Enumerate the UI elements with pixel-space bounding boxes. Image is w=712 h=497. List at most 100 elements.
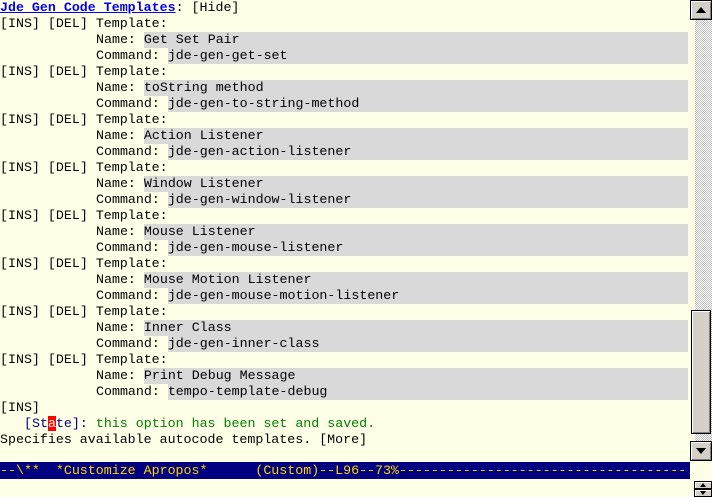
doc-row: Specifies available autocode templates. … <box>0 432 688 448</box>
command-label: Command: <box>96 336 168 352</box>
del-button[interactable]: [DEL] <box>48 160 88 176</box>
name-label: Name: <box>96 368 144 384</box>
name-field[interactable]: Print Debug Message <box>144 368 688 384</box>
hide-button[interactable]: [Hide] <box>192 0 240 16</box>
template-entry: [INS] [DEL] Template: Name: Inner Class … <box>0 304 688 352</box>
scroll-up-icon <box>700 483 706 487</box>
command-label: Command: <box>96 384 168 400</box>
trailing-ins-row: [INS] <box>0 400 688 416</box>
template-entry: [INS] [DEL] Template: Name: Print Debug … <box>0 352 688 400</box>
command-field[interactable]: jde-gen-get-set <box>168 48 688 64</box>
template-entry: [INS] [DEL] Template: Name: Get Set Pair… <box>0 16 688 64</box>
ins-button[interactable]: [INS] <box>0 112 40 128</box>
name-field[interactable]: Window Listener <box>144 176 688 192</box>
name-field[interactable]: toString method <box>144 80 688 96</box>
command-row: Command: tempo-template-debug <box>0 384 688 400</box>
name-label: Name: <box>96 128 144 144</box>
ins-button[interactable]: [INS] <box>0 304 40 320</box>
more-button[interactable]: [More] <box>319 432 367 448</box>
template-label: Template: <box>96 112 168 128</box>
ins-button[interactable]: [INS] <box>0 208 40 224</box>
customize-buffer: Jde Gen Code Templates : [Hide] [INS] [D… <box>0 0 688 462</box>
name-label: Name: <box>96 176 144 192</box>
name-label: Name: <box>96 224 144 240</box>
command-field[interactable]: jde-gen-mouse-motion-listener <box>168 288 688 304</box>
name-row: Name: Action Listener <box>0 128 688 144</box>
template-header-row: [INS] [DEL] Template: <box>0 304 688 320</box>
group-header-row: Jde Gen Code Templates : [Hide] <box>0 0 688 16</box>
name-row: Name: Print Debug Message <box>0 368 688 384</box>
ins-button[interactable]: [INS] <box>0 160 40 176</box>
template-header-row: [INS] [DEL] Template: <box>0 16 688 32</box>
scroll-down-button[interactable] <box>690 441 712 461</box>
name-field[interactable]: Get Set Pair <box>144 32 688 48</box>
command-field[interactable]: tempo-template-debug <box>168 384 688 400</box>
del-button[interactable]: [DEL] <box>48 64 88 80</box>
del-button[interactable]: [DEL] <box>48 208 88 224</box>
template-header-row: [INS] [DEL] Template: <box>0 64 688 80</box>
del-button[interactable]: [DEL] <box>48 304 88 320</box>
minibuffer-scroll-up-button[interactable] <box>694 481 712 489</box>
state-button[interactable]: [State]: <box>24 416 88 432</box>
template-label: Template: <box>96 64 168 80</box>
template-entry: [INS] [DEL] Template: Name: Action Liste… <box>0 112 688 160</box>
command-label: Command: <box>96 144 168 160</box>
state-separator <box>88 416 96 432</box>
command-field[interactable]: jde-gen-action-listener <box>168 144 688 160</box>
command-label: Command: <box>96 48 168 64</box>
del-button[interactable]: [DEL] <box>48 256 88 272</box>
name-field[interactable]: Mouse Listener <box>144 224 688 240</box>
name-label: Name: <box>96 32 144 48</box>
template-label: Template: <box>96 160 168 176</box>
ins-button[interactable]: [INS] <box>0 256 40 272</box>
template-header-row: [INS] [DEL] Template: <box>0 160 688 176</box>
ins-button[interactable]: [INS] <box>0 64 40 80</box>
scrollbar-thumb[interactable] <box>691 310 711 434</box>
command-field[interactable]: jde-gen-window-listener <box>168 192 688 208</box>
command-label: Command: <box>96 96 168 112</box>
name-field[interactable]: Action Listener <box>144 128 688 144</box>
command-field[interactable]: jde-gen-mouse-listener <box>168 240 688 256</box>
modeline: --\** *Customize Apropos* (Custom)--L96-… <box>0 462 690 479</box>
name-label: Name: <box>96 80 144 96</box>
template-entry: [INS] [DEL] Template: Name: toString met… <box>0 64 688 112</box>
template-list: [INS] [DEL] Template: Name: Get Set Pair… <box>0 16 688 400</box>
state-message: this option has been set and saved. <box>96 416 375 432</box>
command-field[interactable]: jde-gen-to-string-method <box>168 96 688 112</box>
del-button[interactable]: [DEL] <box>48 16 88 32</box>
ins-button[interactable]: [INS] <box>0 352 40 368</box>
command-row: Command: jde-gen-get-set <box>0 48 688 64</box>
template-label: Template: <box>96 352 168 368</box>
command-field[interactable]: jde-gen-inner-class <box>168 336 688 352</box>
command-row: Command: jde-gen-mouse-listener <box>0 240 688 256</box>
template-label: Template: <box>96 208 168 224</box>
template-header-row: [INS] [DEL] Template: <box>0 352 688 368</box>
scrollbar[interactable] <box>690 0 712 462</box>
name-row: Name: Inner Class <box>0 320 688 336</box>
ins-button[interactable]: [INS] <box>0 400 40 416</box>
ins-button[interactable]: [INS] <box>0 16 40 32</box>
command-label: Command: <box>96 288 168 304</box>
template-label: Template: <box>96 256 168 272</box>
command-row: Command: jde-gen-window-listener <box>0 192 688 208</box>
group-separator: : <box>176 0 192 16</box>
state-row: [State]: this option has been set and sa… <box>0 416 688 432</box>
command-row: Command: jde-gen-to-string-method <box>0 96 688 112</box>
command-row: Command: jde-gen-inner-class <box>0 336 688 352</box>
name-row: Name: Get Set Pair <box>0 32 688 48</box>
minibuffer[interactable] <box>0 479 712 496</box>
del-button[interactable]: [DEL] <box>48 352 88 368</box>
command-row: Command: jde-gen-mouse-motion-listener <box>0 288 688 304</box>
scroll-down-icon <box>700 491 706 495</box>
template-label: Template: <box>96 304 168 320</box>
template-entry: [INS] [DEL] Template: Name: Window Liste… <box>0 160 688 208</box>
name-field[interactable]: Mouse Motion Listener <box>144 272 688 288</box>
name-field[interactable]: Inner Class <box>144 320 688 336</box>
template-label: Template: <box>96 16 168 32</box>
template-header-row: [INS] [DEL] Template: <box>0 256 688 272</box>
del-button[interactable]: [DEL] <box>48 112 88 128</box>
name-row: Name: toString method <box>0 80 688 96</box>
scroll-up-button[interactable] <box>690 0 712 20</box>
group-link[interactable]: Jde Gen Code Templates <box>0 0 176 16</box>
name-row: Name: Window Listener <box>0 176 688 192</box>
